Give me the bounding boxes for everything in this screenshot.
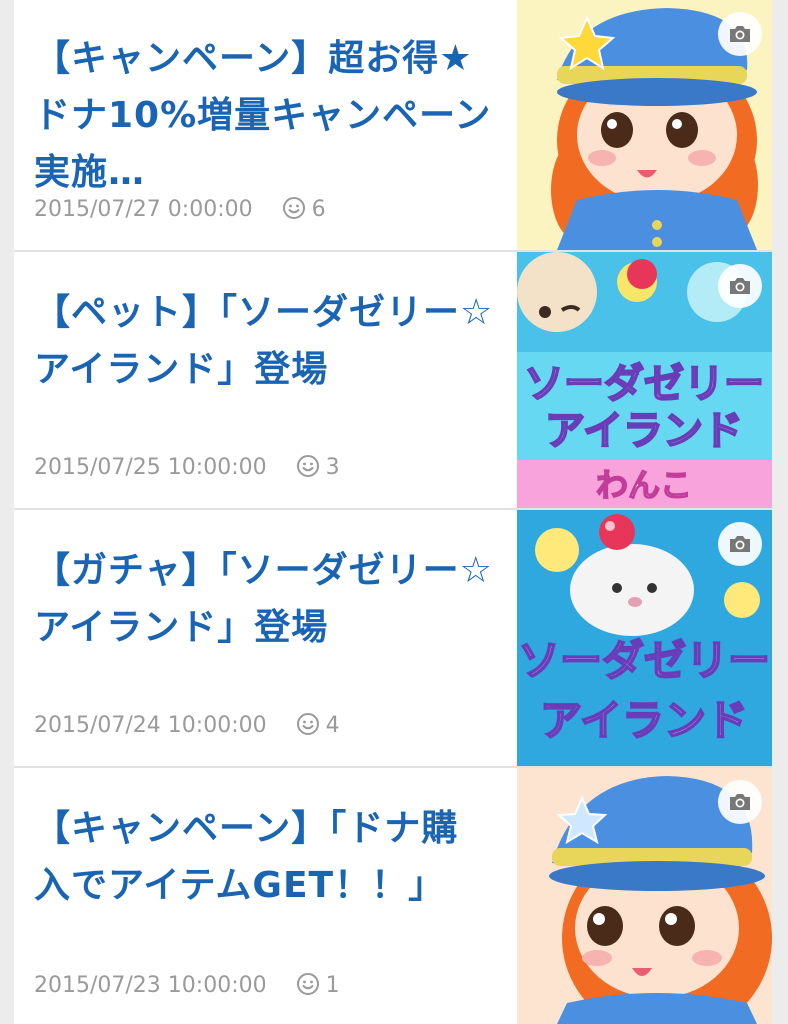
entry-date: 2015/07/23 10:00:00 bbox=[34, 973, 267, 998]
camera-icon bbox=[718, 12, 762, 56]
thumb-title-line2: アイランド bbox=[540, 696, 748, 745]
comment-count: 4 bbox=[325, 713, 340, 738]
comment-count: 6 bbox=[311, 197, 326, 222]
entry-title-link[interactable]: 【ガチャ】「ソーダゼリー☆アイランド」登場 bbox=[34, 542, 494, 656]
thumb-band-label: わんこ bbox=[596, 466, 692, 504]
entry-meta: 2015/07/24 10:00:00 4 bbox=[34, 712, 340, 738]
entry-thumbnail[interactable]: ソーダゼリー アイランド bbox=[517, 510, 772, 766]
entry-title-link[interactable]: 【ペット】「ソーダゼリー☆アイランド」登場 bbox=[34, 284, 494, 398]
smiley-icon bbox=[282, 197, 305, 219]
thumb-title-line1: ソーダゼリー bbox=[524, 361, 764, 407]
smiley-icon bbox=[296, 973, 319, 995]
comment-count: 3 bbox=[325, 455, 340, 480]
blog-entry-list: 【キャンペーン】超お得★ドナ10%増量キャンペーン実施… 2015/07/27 … bbox=[0, 0, 788, 1024]
camera-icon bbox=[718, 780, 762, 824]
entry-meta: 2015/07/25 10:00:00 3 bbox=[34, 454, 340, 480]
list-item[interactable]: 【ペット】「ソーダゼリー☆アイランド」登場 2015/07/25 10:00:0… bbox=[14, 252, 772, 510]
list-item[interactable]: 【キャンペーン】超お得★ドナ10%増量キャンペーン実施… 2015/07/27 … bbox=[14, 0, 772, 252]
list-item[interactable]: 【ガチャ】「ソーダゼリー☆アイランド」登場 2015/07/24 10:00:0… bbox=[14, 510, 772, 768]
entry-meta: 2015/07/23 10:00:00 1 bbox=[34, 972, 340, 998]
thumb-title-line1: ソーダゼリー bbox=[518, 636, 770, 685]
entry-title-link[interactable]: 【キャンペーン】超お得★ドナ10%増量キャンペーン実施… bbox=[34, 30, 494, 201]
comment-count: 1 bbox=[325, 973, 340, 998]
entry-thumbnail[interactable] bbox=[517, 768, 772, 1024]
entry-meta: 2015/07/27 0:00:00 6 bbox=[34, 196, 326, 222]
entry-thumbnail[interactable]: ソーダゼリー アイランド わんこ bbox=[517, 252, 772, 508]
smiley-icon bbox=[296, 713, 319, 735]
camera-icon bbox=[718, 522, 762, 566]
entry-title-link[interactable]: 【キャンペーン】「ドナ購入でアイテムGET！！」 bbox=[34, 800, 494, 914]
entry-date: 2015/07/24 10:00:00 bbox=[34, 713, 267, 738]
smiley-icon bbox=[296, 455, 319, 477]
thumb-title-line2: アイランド bbox=[545, 408, 743, 454]
entry-date: 2015/07/27 0:00:00 bbox=[34, 197, 253, 222]
entry-thumbnail[interactable] bbox=[517, 0, 772, 250]
entry-date: 2015/07/25 10:00:00 bbox=[34, 455, 267, 480]
camera-icon bbox=[718, 264, 762, 308]
list-item[interactable]: 【キャンペーン】「ドナ購入でアイテムGET！！」 2015/07/23 10:0… bbox=[14, 768, 772, 1024]
